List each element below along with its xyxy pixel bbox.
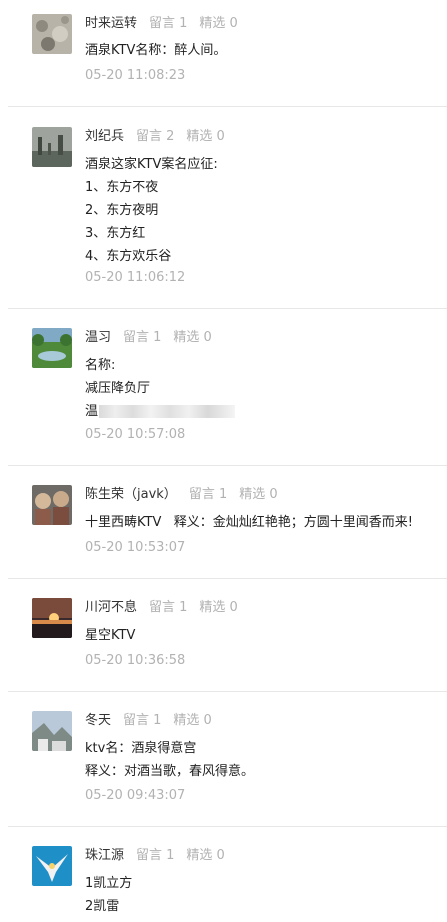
comment-meta: 时来运转 留言 1 精选 0 xyxy=(85,15,238,33)
comment-line: 酒泉这家KTV案名应征: xyxy=(85,157,218,172)
comment-line: 释义：对酒当歌，春风得意。 xyxy=(85,764,255,779)
divider xyxy=(8,106,447,107)
user-avatar[interactable] xyxy=(32,711,72,751)
comment-body: 星空KTV xyxy=(85,624,135,647)
reply-count[interactable]: 留言 1 xyxy=(189,487,227,502)
comment-line: ktv名：酒泉得意宫 xyxy=(85,741,197,756)
divider xyxy=(8,826,447,827)
user-avatar[interactable] xyxy=(32,14,72,54)
comment-line: 星空KTV xyxy=(85,628,136,643)
reply-count[interactable]: 留言 1 xyxy=(149,16,187,31)
user-avatar[interactable] xyxy=(32,485,72,525)
comment-time: 05-20 09:43:07 xyxy=(85,788,186,803)
featured-count: 精选 0 xyxy=(239,487,278,502)
comment-body: ktv名：酒泉得意宫 释义：对酒当歌，春风得意。 xyxy=(85,737,254,783)
comment-meta: 川河不息 留言 1 精选 0 xyxy=(85,599,238,617)
comment-meta: 温习 留言 1 精选 0 xyxy=(85,329,212,347)
featured-count: 精选 0 xyxy=(173,713,212,728)
featured-count: 精选 0 xyxy=(186,129,225,144)
user-avatar[interactable] xyxy=(32,598,72,638)
comment-line-redacted: 温 xyxy=(85,400,236,423)
divider xyxy=(8,308,447,309)
comment-line: 酒泉KTV名称：醉人间。 xyxy=(85,43,227,58)
user-avatar[interactable] xyxy=(32,846,72,886)
username[interactable]: 时来运转 xyxy=(85,16,137,31)
username[interactable]: 刘纪兵 xyxy=(85,129,124,144)
reply-count[interactable]: 留言 1 xyxy=(123,713,161,728)
comment-time: 05-20 10:53:07 xyxy=(85,540,186,555)
reply-count[interactable]: 留言 1 xyxy=(136,848,174,863)
comment-body: 十里西畴KTV 释义：金灿灿红艳艳；方圆十里闻香而来! xyxy=(85,511,413,534)
comment-line: 十里西畴KTV 释义：金灿灿红艳艳；方圆十里闻香而来! xyxy=(85,515,413,530)
comment-body: 1凯立方 2凯雷 xyxy=(85,872,132,918)
comment-line: 减压降负厅 xyxy=(85,381,151,396)
comment-body: 名称: 减压降负厅 温 xyxy=(85,354,236,423)
comment-meta: 陈生荣（javk） 留言 1 精选 0 xyxy=(85,486,278,504)
comment-time: 05-20 10:36:58 xyxy=(85,653,186,668)
comment-line: 温 xyxy=(85,404,99,419)
blurred-text xyxy=(99,405,236,418)
comment-line: 4、东方欢乐谷 xyxy=(85,249,172,264)
divider xyxy=(8,578,447,579)
comment-line: 2凯雷 xyxy=(85,899,120,914)
featured-count: 精选 0 xyxy=(186,848,225,863)
comment-meta: 刘纪兵 留言 2 精选 0 xyxy=(85,128,225,146)
username[interactable]: 川河不息 xyxy=(85,600,137,615)
comment-body: 酒泉KTV名称：醉人间。 xyxy=(85,39,226,62)
comment-line: 1凯立方 xyxy=(85,876,133,891)
comment-line: 2、东方夜明 xyxy=(85,203,159,218)
comment-line: 名称: xyxy=(85,358,116,373)
comment-meta: 冬天 留言 1 精选 0 xyxy=(85,712,212,730)
user-avatar[interactable] xyxy=(32,328,72,368)
comment-meta: 珠江源 留言 1 精选 0 xyxy=(85,847,225,865)
username[interactable]: 珠江源 xyxy=(85,848,124,863)
reply-count[interactable]: 留言 1 xyxy=(149,600,187,615)
comment-line: 3、东方红 xyxy=(85,226,146,241)
comment-body: 酒泉这家KTV案名应征: 1、东方不夜 2、东方夜明 3、东方红 4、东方欢乐谷 xyxy=(85,153,218,268)
user-avatar[interactable] xyxy=(32,127,72,167)
reply-count[interactable]: 留言 1 xyxy=(123,330,161,345)
comment-time: 05-20 11:06:12 xyxy=(85,270,186,285)
featured-count: 精选 0 xyxy=(199,600,238,615)
divider xyxy=(8,691,447,692)
reply-count[interactable]: 留言 2 xyxy=(136,129,174,144)
featured-count: 精选 0 xyxy=(173,330,212,345)
featured-count: 精选 0 xyxy=(199,16,238,31)
comment-line: 1、东方不夜 xyxy=(85,180,159,195)
username[interactable]: 温习 xyxy=(85,330,111,345)
username[interactable]: 陈生荣（javk） xyxy=(85,487,177,502)
divider xyxy=(8,465,447,466)
comment-time: 05-20 10:57:08 xyxy=(85,427,186,442)
username[interactable]: 冬天 xyxy=(85,713,111,728)
comment-time: 05-20 11:08:23 xyxy=(85,68,186,83)
